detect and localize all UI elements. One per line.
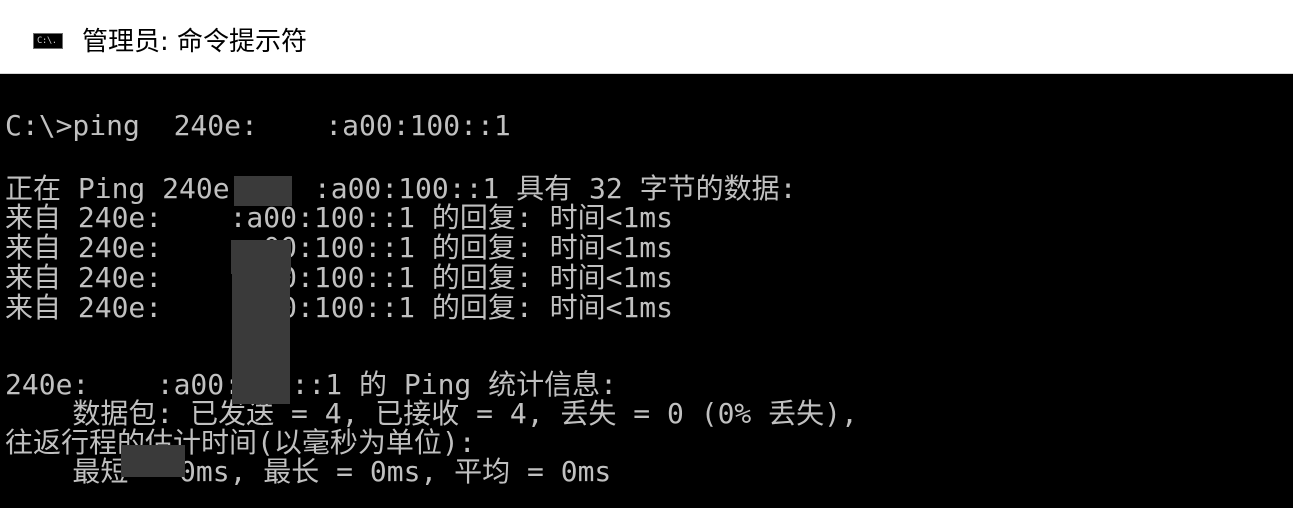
console-line-reply: 来自 240e: :a00:100::1 的回复: 时间<1ms — [5, 201, 674, 234]
console-line-rtt-header: 往返行程的估计时间(以毫秒为单位): — [5, 426, 476, 459]
console-line-statistics-header: 240e: :a00:100::1 的 Ping 统计信息: — [5, 368, 618, 401]
console-output[interactable]: C:\>ping 240e: :a00:100::1 正在 Ping 240e:… — [0, 74, 1293, 508]
console-line-reply: 来自 240e: :a00:100::1 的回复: 时间<1ms — [5, 261, 674, 294]
redaction-block — [121, 445, 185, 477]
title-bar[interactable]: C:\. 管理员: 命令提示符 — [0, 0, 1293, 74]
redaction-block — [232, 270, 290, 404]
console-line-packets: 数据包: 已发送 = 4, 已接收 = 4, 丢失 = 0 (0% 丢失), — [5, 397, 858, 430]
console-line-pinging: 正在 Ping 240e: :a00:100::1 具有 32 字节的数据: — [5, 172, 797, 205]
command-prompt-window: C:\. 管理员: 命令提示符 C:\>ping 240e: :a00:100:… — [0, 0, 1293, 508]
redaction-block — [231, 240, 291, 274]
console-line-rtt-values: 最短 = 0ms, 最长 = 0ms, 平均 = 0ms — [5, 455, 612, 488]
cmd-icon[interactable]: C:\. — [33, 33, 63, 49]
window-title: 管理员: 命令提示符 — [82, 27, 308, 57]
redaction-block — [234, 176, 292, 206]
console-line-ping-command: C:\>ping 240e: :a00:100::1 — [5, 109, 511, 142]
console-line-reply: 来自 240e: :a00:100::1 的回复: 时间<1ms — [5, 231, 674, 264]
console-line-reply: 来自 240e: :a00:100::1 的回复: 时间<1ms — [5, 291, 674, 324]
